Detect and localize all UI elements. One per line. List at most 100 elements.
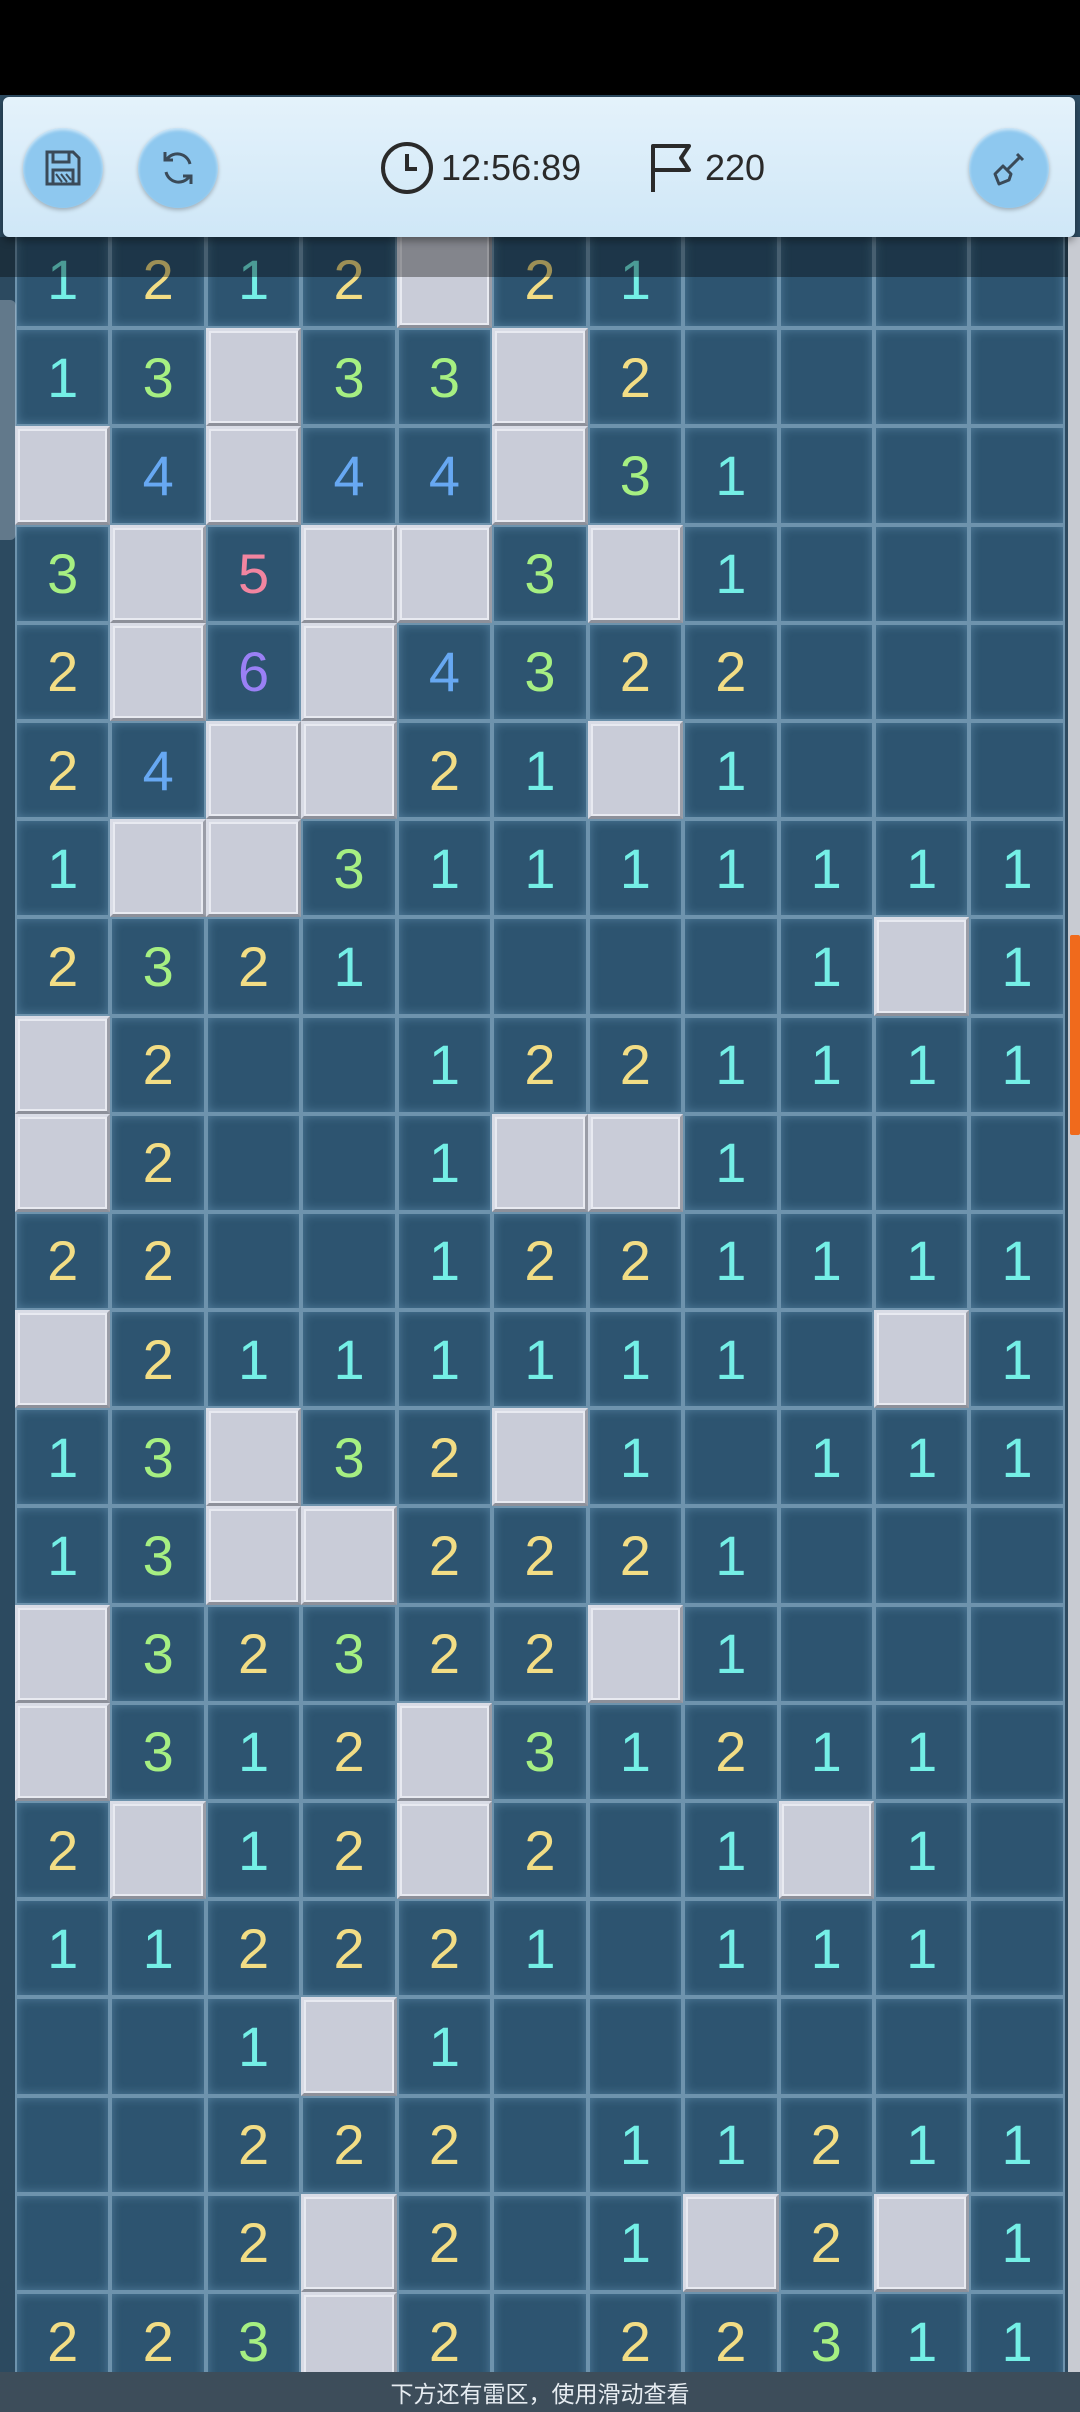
empty-tile[interactable] [492, 1997, 588, 2096]
number-tile[interactable]: 2 [396, 1506, 493, 1605]
scrollbar-track[interactable] [1068, 237, 1080, 2372]
empty-tile[interactable] [873, 524, 970, 623]
empty-tile[interactable] [873, 1506, 970, 1605]
number-tile[interactable]: 3 [110, 1702, 206, 1801]
number-tile[interactable]: 1 [301, 917, 397, 1016]
number-tile[interactable]: 2 [778, 2095, 874, 2194]
number-tile[interactable]: 3 [205, 2291, 302, 2372]
number-tile[interactable]: 3 [492, 524, 588, 623]
number-tile[interactable]: 1 [205, 1310, 302, 1409]
number-tile[interactable]: 1 [873, 1015, 970, 1114]
covered-tile[interactable] [301, 1506, 397, 1605]
empty-tile[interactable] [969, 1113, 1065, 1212]
number-tile[interactable]: 1 [873, 2291, 970, 2372]
covered-tile[interactable] [396, 1702, 493, 1801]
empty-tile[interactable] [873, 1113, 970, 1212]
number-tile[interactable]: 2 [301, 1702, 397, 1801]
covered-tile[interactable] [873, 917, 970, 1016]
number-tile[interactable]: 1 [205, 1702, 302, 1801]
number-tile[interactable]: 1 [873, 2095, 970, 2194]
covered-tile[interactable] [15, 426, 111, 525]
number-tile[interactable]: 1 [301, 1310, 397, 1409]
number-tile[interactable]: 4 [396, 426, 493, 525]
empty-tile[interactable] [15, 2193, 111, 2292]
empty-tile[interactable] [969, 1899, 1065, 1998]
empty-tile[interactable] [492, 2095, 588, 2194]
covered-tile[interactable] [205, 1408, 302, 1507]
empty-tile[interactable] [969, 524, 1065, 623]
number-tile[interactable]: 1 [873, 1899, 970, 1998]
number-tile[interactable]: 1 [873, 1801, 970, 1900]
empty-tile[interactable] [301, 1211, 397, 1311]
number-tile[interactable]: 1 [683, 1801, 779, 1900]
number-tile[interactable]: 4 [110, 720, 206, 820]
number-tile[interactable]: 1 [778, 1702, 874, 1801]
empty-tile[interactable] [683, 1408, 779, 1507]
number-tile[interactable]: 3 [110, 1506, 206, 1605]
number-tile[interactable]: 1 [778, 819, 874, 918]
number-tile[interactable]: 1 [778, 1408, 874, 1507]
covered-tile[interactable] [110, 622, 206, 721]
number-tile[interactable]: 1 [396, 1997, 493, 2096]
covered-tile[interactable] [301, 720, 397, 820]
number-tile[interactable]: 1 [396, 1015, 493, 1114]
number-tile[interactable]: 1 [587, 1408, 684, 1507]
number-tile[interactable]: 1 [778, 1211, 874, 1311]
number-tile[interactable]: 2 [492, 1801, 588, 1900]
number-tile[interactable]: 3 [110, 1408, 206, 1507]
number-tile[interactable]: 2 [110, 1310, 206, 1409]
covered-tile[interactable] [110, 1801, 206, 1900]
number-tile[interactable]: 2 [587, 1211, 684, 1311]
covered-tile[interactable] [301, 2193, 397, 2292]
number-tile[interactable]: 1 [205, 1801, 302, 1900]
empty-tile[interactable] [969, 720, 1065, 820]
covered-tile[interactable] [778, 1801, 874, 1900]
number-tile[interactable]: 1 [110, 1899, 206, 1998]
covered-tile[interactable] [587, 1604, 684, 1703]
number-tile[interactable]: 1 [873, 1702, 970, 1801]
empty-tile[interactable] [205, 1113, 302, 1212]
number-tile[interactable]: 4 [301, 426, 397, 525]
number-tile[interactable]: 1 [205, 1997, 302, 2096]
number-tile[interactable]: 4 [396, 622, 493, 721]
empty-tile[interactable] [778, 720, 874, 820]
number-tile[interactable]: 1 [778, 1015, 874, 1114]
covered-tile[interactable] [15, 1113, 111, 1212]
covered-tile[interactable] [683, 2193, 779, 2292]
number-tile[interactable]: 2 [205, 1899, 302, 1998]
number-tile[interactable]: 1 [969, 2193, 1065, 2292]
empty-tile[interactable] [492, 917, 588, 1016]
empty-tile[interactable] [587, 1899, 684, 1998]
number-tile[interactable]: 1 [492, 720, 588, 820]
covered-tile[interactable] [205, 1506, 302, 1605]
empty-tile[interactable] [778, 1506, 874, 1605]
empty-tile[interactable] [110, 2095, 206, 2194]
number-tile[interactable]: 1 [15, 328, 111, 427]
empty-tile[interactable] [969, 1801, 1065, 1900]
number-tile[interactable]: 2 [396, 2291, 493, 2372]
empty-tile[interactable] [778, 1310, 874, 1409]
number-tile[interactable]: 2 [301, 1801, 397, 1900]
number-tile[interactable]: 3 [301, 819, 397, 918]
number-tile[interactable]: 3 [301, 328, 397, 427]
number-tile[interactable]: 1 [873, 1211, 970, 1311]
number-tile[interactable]: 1 [15, 237, 111, 329]
number-tile[interactable]: 3 [492, 622, 588, 721]
number-tile[interactable]: 1 [969, 2095, 1065, 2194]
covered-tile[interactable] [301, 1997, 397, 2096]
covered-tile[interactable] [15, 1015, 111, 1114]
number-tile[interactable]: 1 [683, 1015, 779, 1114]
covered-tile[interactable] [396, 524, 493, 623]
empty-tile[interactable] [873, 426, 970, 525]
covered-tile[interactable] [205, 426, 302, 525]
number-tile[interactable]: 2 [492, 1506, 588, 1605]
empty-tile[interactable] [15, 2095, 111, 2194]
covered-tile[interactable] [110, 524, 206, 623]
empty-tile[interactable] [873, 720, 970, 820]
empty-tile[interactable] [778, 1997, 874, 2096]
number-tile[interactable]: 1 [15, 1506, 111, 1605]
number-tile[interactable]: 2 [492, 1211, 588, 1311]
covered-tile[interactable] [15, 1604, 111, 1703]
number-tile[interactable]: 6 [205, 622, 302, 721]
number-tile[interactable]: 1 [15, 1899, 111, 1998]
